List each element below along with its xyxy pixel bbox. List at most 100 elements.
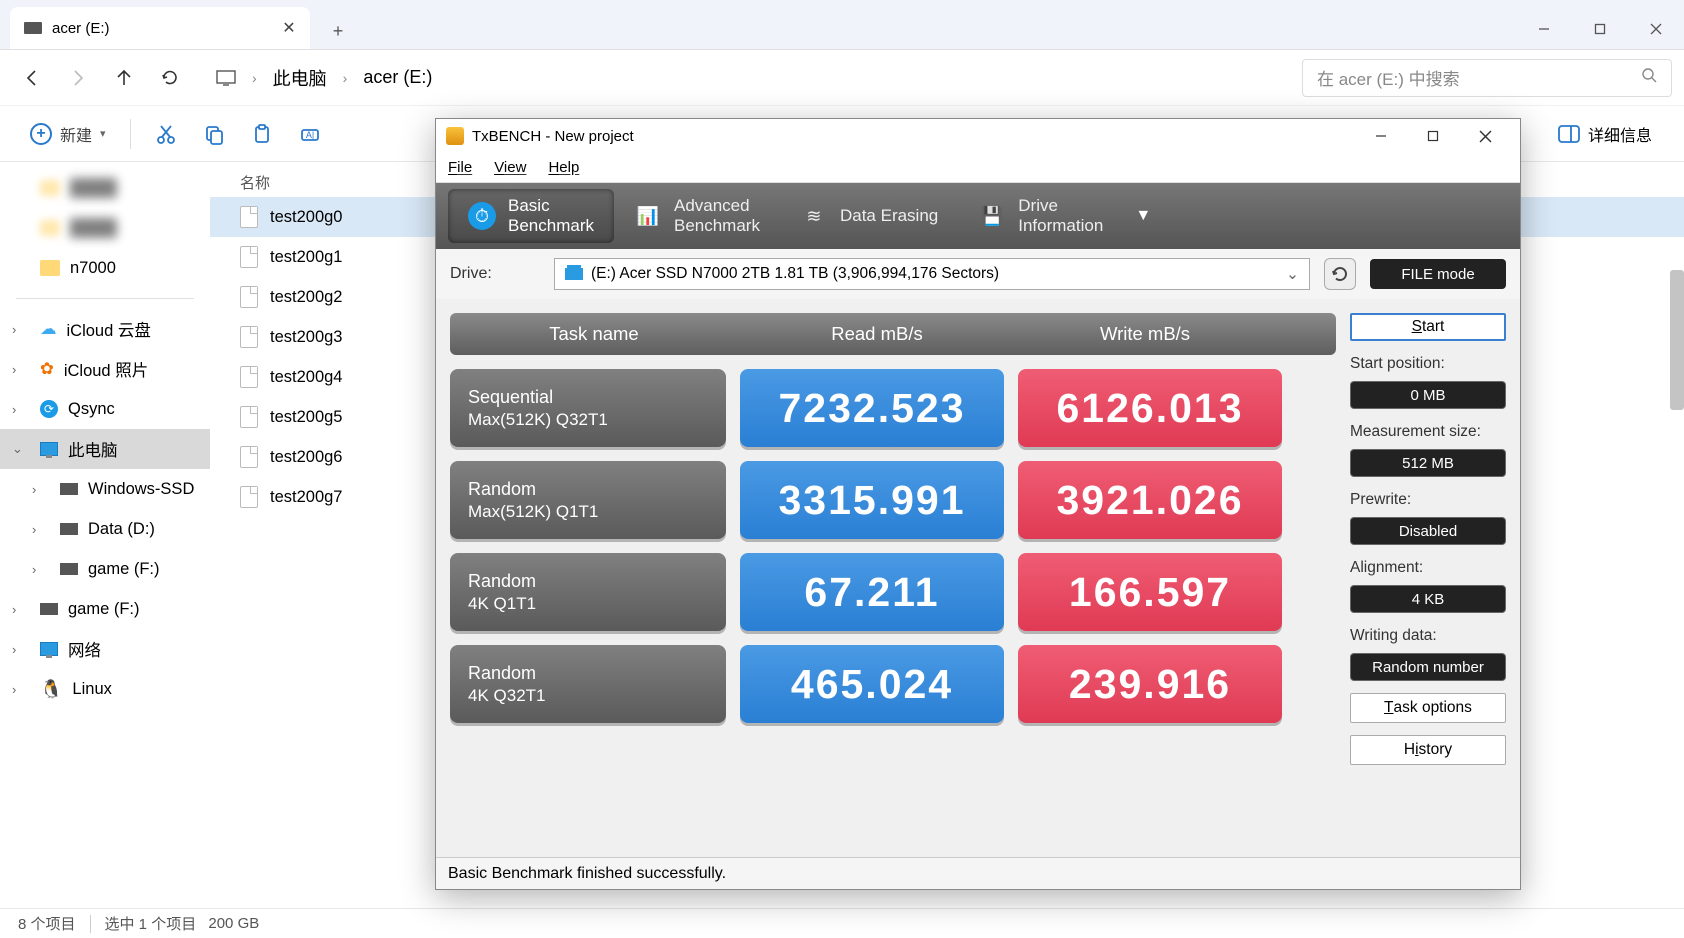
task-cell[interactable]: Random4K Q32T1 [450,645,726,723]
sidebar-item[interactable]: ›game (F:) [0,589,210,629]
maximize-button[interactable] [1572,9,1628,49]
refresh-button[interactable] [150,58,190,98]
write-value: 6126.013 [1018,369,1282,447]
sidebar-item[interactable]: ›✿iCloud 照片 [0,349,210,389]
sidebar-item-label: game (F:) [88,560,160,579]
chevron-icon: › [32,522,36,537]
results-table: Task name Read mB/s Write mB/s Sequentia… [450,313,1336,765]
write-value: 166.597 [1018,553,1282,631]
value-start-position[interactable]: 0 MB [1350,381,1506,409]
value-measurement-size[interactable]: 512 MB [1350,449,1506,477]
tab-data-erasing[interactable]: ≋ Data Erasing [780,189,958,243]
sidebar-quick-item[interactable]: ████ [0,208,210,248]
value-writing-data[interactable]: Random number [1350,653,1506,681]
close-button[interactable] [1460,122,1510,150]
sidebar-item-label: iCloud 照片 [64,357,148,381]
tab-advanced-benchmark[interactable]: 📊 AdvancedBenchmark [614,189,780,243]
benchmark-row: Random4K Q1T167.211166.597 [450,553,1336,631]
column-headers: Task name Read mB/s Write mB/s [450,313,1336,355]
drive-label: Drive: [450,265,540,283]
sidebar-item[interactable]: ›Windows-SSD [0,469,210,509]
new-button[interactable]: + 新建 ▾ [18,114,118,154]
paste-button[interactable] [239,114,285,154]
sidebar-item[interactable]: ›🐧Linux [0,669,210,709]
close-tab-icon[interactable]: ✕ [282,21,296,35]
breadcrumb-root[interactable]: 此电脑 [273,65,327,91]
drive-select[interactable]: (E:) Acer SSD N7000 2TB 1.81 TB (3,906,9… [554,258,1310,290]
new-tab-button[interactable]: + [320,13,356,49]
menu-view[interactable]: View [494,159,526,176]
erase-icon: ≋ [800,202,828,230]
write-value: 239.916 [1018,645,1282,723]
search-input[interactable]: 在 acer (E:) 中搜索 [1302,59,1672,97]
sidebar-item[interactable]: ⌄此电脑 [0,429,210,469]
file-name: test200g2 [270,288,342,307]
new-label: 新建 [60,122,92,146]
sidebar-item[interactable]: ›☁iCloud 云盘 [0,309,210,349]
tab-basic-benchmark[interactable]: ⏱ BasicBenchmark [448,189,614,243]
rename-button[interactable]: A| [287,114,333,154]
menu-file[interactable]: File [448,159,472,176]
status-size: 200 GB [208,915,259,932]
monitor-icon [216,70,236,86]
task-cell[interactable]: RandomMax(512K) Q1T1 [450,461,726,539]
benchmark-row: Random4K Q32T1465.024239.916 [450,645,1336,723]
window-controls [1356,122,1510,150]
sidebar-item-label: Linux [72,680,111,699]
file-icon [240,206,258,228]
value-prewrite[interactable]: Disabled [1350,517,1506,545]
minimize-button[interactable] [1356,122,1406,150]
details-label: 详细信息 [1588,122,1652,146]
window-controls [1516,9,1684,49]
chevron-icon: › [12,682,16,697]
breadcrumb-current[interactable]: acer (E:) [363,67,432,88]
file-mode-button[interactable]: FILE mode [1370,259,1506,289]
value-alignment[interactable]: 4 KB [1350,585,1506,613]
file-icon [240,286,258,308]
disk-icon [565,268,583,280]
sidebar-item[interactable]: ›网络 [0,629,210,669]
sidebar-quick-item[interactable]: n7000 [0,248,210,288]
menubar: File View Help [436,153,1520,183]
history-button[interactable]: History [1350,735,1506,765]
tab-drive-information[interactable]: 💾 DriveInformation [958,189,1123,243]
browser-tab[interactable]: acer (E:) ✕ [10,7,310,49]
sidebar-item[interactable]: ›Data (D:) [0,509,210,549]
close-button[interactable] [1628,9,1684,49]
minimize-button[interactable] [1516,9,1572,49]
details-button[interactable]: 详细信息 [1544,122,1666,146]
window-title: TxBENCH - New project [472,128,634,145]
file-icon [240,326,258,348]
nav-bar: › 此电脑 › acer (E:) 在 acer (E:) 中搜索 [0,50,1684,106]
more-tabs-button[interactable]: ▼ [1123,207,1163,225]
file-name: test200g0 [270,208,342,227]
sidebar-item-label: Qsync [68,400,115,419]
benchmark-row: SequentialMax(512K) Q32T17232.5236126.01… [450,369,1336,447]
task-cell[interactable]: SequentialMax(512K) Q32T1 [450,369,726,447]
sidebar-item-label: Windows-SSD [88,480,194,499]
forward-button[interactable] [58,58,98,98]
titlebar[interactable]: TxBENCH - New project [436,119,1520,153]
divider [16,298,194,299]
cut-button[interactable] [143,114,189,154]
txbench-window: TxBENCH - New project File View Help ⏱ B… [435,118,1521,890]
file-name: test200g7 [270,488,342,507]
sidebar-item[interactable]: ›game (F:) [0,549,210,589]
benchmark-body: Task name Read mB/s Write mB/s Sequentia… [436,299,1520,779]
col-task: Task name [450,313,738,355]
task-cell[interactable]: Random4K Q1T1 [450,553,726,631]
copy-button[interactable] [191,114,237,154]
file-name: test200g1 [270,248,342,267]
refresh-drive-button[interactable] [1324,258,1356,290]
sidebar-quick-item[interactable]: ████ [0,168,210,208]
back-button[interactable] [12,58,52,98]
divider [130,119,131,149]
sidebar-item-label: game (F:) [68,600,140,619]
menu-help[interactable]: Help [548,159,579,176]
sidebar-item[interactable]: ›⟳Qsync [0,389,210,429]
up-button[interactable] [104,58,144,98]
maximize-button[interactable] [1408,122,1458,150]
start-button[interactable]: Start [1350,313,1506,341]
task-options-button[interactable]: Task options [1350,693,1506,723]
breadcrumb[interactable]: › 此电脑 › acer (E:) [196,65,1296,91]
